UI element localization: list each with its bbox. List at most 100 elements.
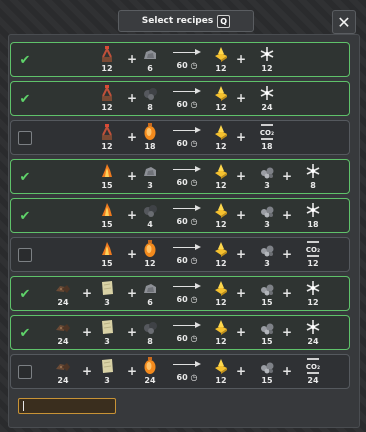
arrow-line (173, 91, 197, 92)
arrow-head (195, 166, 201, 172)
resource-quantity: 24 (57, 298, 69, 307)
plus-sign: + (236, 247, 247, 261)
resource-quantity: 24 (307, 376, 319, 385)
production-arrow: 60 ◷ (171, 124, 203, 152)
resource-quantity: 18 (144, 142, 156, 151)
text-caret (23, 401, 24, 411)
craft-time: 60 ◷ (176, 295, 198, 304)
checkmark-icon[interactable]: ✔ (18, 326, 32, 341)
arrow-head (195, 244, 201, 250)
resource-item: 8 (138, 84, 162, 116)
resource-item: 12 (138, 240, 162, 272)
recipe-row[interactable]: ✔ 24 +3 +6 60 ◷ 12 +15 +12 (10, 276, 350, 311)
resource-quantity: 6 (147, 64, 153, 73)
recipe-row[interactable]: 15 +12 60 ◷ 12 +3 + CO₂ 12 (10, 237, 350, 272)
recipe-row[interactable]: ✔ 12 +8 60 ◷ 12 +24 (10, 81, 350, 116)
resource-item: 24 (51, 357, 75, 389)
resource-quantity: 12 (215, 376, 227, 385)
production-arrow: 60 ◷ (171, 85, 203, 113)
resource-quantity: 24 (307, 337, 319, 346)
resource-quantity: 3 (104, 376, 110, 385)
resource-item: 12 (95, 84, 119, 116)
plus-sign: + (127, 208, 138, 222)
window-title: Select recipes (141, 16, 214, 26)
craft-time: 60 ◷ (176, 61, 198, 70)
plus-sign: + (282, 364, 293, 378)
plus-sign: + (282, 325, 293, 339)
resource-item: 6 (138, 45, 162, 77)
resource-quantity: 3 (147, 181, 153, 190)
recipe-row[interactable]: 24 +3 +24 60 ◷ 12 +15 + CO₂ 24 (10, 354, 350, 389)
production-arrow: 60 ◷ (171, 163, 203, 191)
plus-sign: + (127, 364, 138, 378)
recipe-checkbox[interactable] (18, 365, 32, 379)
arrow-head (195, 205, 201, 211)
checkmark-icon[interactable]: ✔ (18, 287, 32, 302)
recipe-checkbox[interactable] (18, 248, 32, 262)
resource-item: 24 (51, 279, 75, 311)
resource-quantity: 3 (104, 337, 110, 346)
resource-quantity: 3 (264, 220, 270, 229)
production-arrow: 60 ◷ (171, 46, 203, 74)
plus-sign: + (127, 130, 138, 144)
production-arrow: 60 ◷ (171, 280, 203, 308)
plus-sign: + (236, 286, 247, 300)
plus-sign: + (236, 52, 247, 66)
resource-quantity: 12 (215, 142, 227, 151)
craft-time: 60 ◷ (176, 178, 198, 187)
craft-time: 60 ◷ (176, 373, 198, 382)
resource-quantity: 12 (101, 103, 113, 112)
resource-item: 3 (95, 357, 119, 389)
checkmark-icon[interactable]: ✔ (18, 53, 32, 68)
resource-quantity: 12 (215, 181, 227, 190)
plus-sign: + (127, 286, 138, 300)
plus-sign: + (127, 169, 138, 183)
recipe-row[interactable]: ✔ 15 +4 60 ◷ 12 +3 +18 (10, 198, 350, 233)
recipe-row[interactable]: ✔ 15 +3 60 ◷ 12 +3 +8 (10, 159, 350, 194)
title-bar: Select recipes Q (118, 10, 254, 32)
plus-sign: + (282, 247, 293, 261)
arrow-line (173, 286, 197, 287)
plus-sign: + (236, 169, 247, 183)
plus-sign: + (127, 91, 138, 105)
resource-item: 12 (255, 45, 279, 77)
resource-quantity: 15 (101, 181, 113, 190)
recipe-checkbox[interactable] (18, 131, 32, 145)
resource-quantity: 4 (147, 220, 153, 229)
resource-item: 3 (255, 162, 279, 194)
recipe-row[interactable]: ✔ 12 +6 60 ◷ 12 +12 (10, 42, 350, 77)
production-arrow: 60 ◷ (171, 202, 203, 230)
resource-item: 12 (209, 240, 233, 272)
checkmark-icon[interactable]: ✔ (18, 92, 32, 107)
plus-sign: + (236, 130, 247, 144)
resource-item: 12 (209, 45, 233, 77)
checkmark-icon[interactable]: ✔ (18, 209, 32, 224)
plus-sign: + (127, 247, 138, 261)
plus-sign: + (282, 169, 293, 183)
resource-item: 24 (301, 318, 325, 350)
arrow-head (195, 127, 201, 133)
resource-quantity: 24 (57, 337, 69, 346)
resource-item: 24 (255, 84, 279, 116)
plus-sign: + (82, 286, 93, 300)
resource-quantity: 12 (215, 220, 227, 229)
production-arrow: 60 ◷ (171, 319, 203, 347)
resource-item: 12 (209, 279, 233, 311)
search-input[interactable] (18, 398, 116, 414)
resource-quantity: 12 (215, 337, 227, 346)
plus-sign: + (236, 364, 247, 378)
resource-item: 15 (255, 357, 279, 389)
resource-quantity: 12 (261, 64, 273, 73)
craft-time: 60 ◷ (176, 100, 198, 109)
resource-item: 8 (301, 162, 325, 194)
recipe-row[interactable]: 12 +18 60 ◷ 12 + CO₂ 18 (10, 120, 350, 155)
checkmark-icon[interactable]: ✔ (18, 170, 32, 185)
resource-item: 24 (51, 318, 75, 350)
close-button[interactable]: ✕ (332, 10, 356, 34)
resource-quantity: 18 (261, 142, 273, 151)
resource-item: 3 (255, 240, 279, 272)
recipe-row[interactable]: ✔ 24 +3 +8 60 ◷ 12 +15 +24 (10, 315, 350, 350)
plus-sign: + (127, 52, 138, 66)
resource-quantity: 8 (310, 181, 316, 190)
svg-text:CO₂: CO₂ (306, 246, 320, 254)
